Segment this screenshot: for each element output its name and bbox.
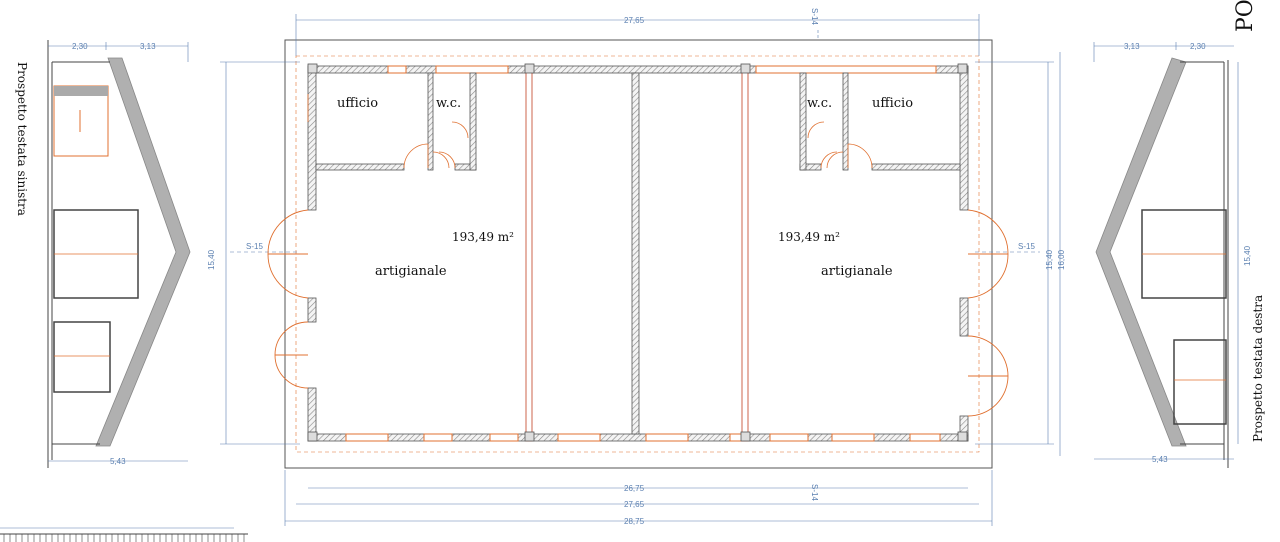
left-elevation-label: Prospetto testata sinistra [15,62,29,216]
right-use-label: artigianale [821,264,893,279]
left-wc-label: w.c. [436,96,461,111]
bottom-section-mark: S-14 [810,484,819,501]
right-elevation-label: Prospetto testata destra [1251,295,1265,442]
left-elev-width: 5,43 [110,457,126,466]
left-office-label: ufficio [337,96,378,111]
corner-title-fragment: PO [1233,0,1258,32]
top-total-dim: 27,65 [624,16,645,25]
right-outer-dim: 16,00 [1057,249,1066,270]
left-elevation: 2,30 3,13 5,43 Prospetto testata sinistr… [15,40,191,468]
bottom-inner-dim: 26,75 [624,484,645,493]
top-section-mark: S-14 [810,8,819,25]
right-elev-width: 5,43 [1152,455,1168,464]
left-elev-dim-b: 3,13 [140,42,156,51]
main-plan: 27,65 S-14 26,75 27,65 28,75 S-14 15,40 … [207,8,1066,526]
right-elev-height: 15,40 [1243,245,1252,266]
right-elev-dim-b: 2,30 [1190,42,1206,51]
right-office-label: ufficio [872,96,913,111]
floor-plan-drawing: 2,30 3,13 5,43 Prospetto testata sinistr… [0,0,1265,542]
right-inner-dim: 15,40 [1045,249,1054,270]
left-use-label: artigianale [375,264,447,279]
scale-ruler [0,527,248,542]
left-section-mark: S-15 [246,242,263,251]
right-elevation: 3,13 2,30 5,43 15,40 Prospetto testata d… [1093,0,1265,468]
right-wc-label: w.c. [807,96,832,111]
left-elev-dim-a: 2,30 [72,42,88,51]
left-area-label: 193,49 m² [452,230,514,244]
right-elev-dim-a: 3,13 [1124,42,1140,51]
right-area-label: 193,49 m² [778,230,840,244]
left-height-dim: 15,40 [207,249,216,270]
bottom-outer-dim: 28,75 [624,517,645,526]
bottom-mid-dim: 27,65 [624,500,645,509]
right-section-mark: S-15 [1018,242,1035,251]
